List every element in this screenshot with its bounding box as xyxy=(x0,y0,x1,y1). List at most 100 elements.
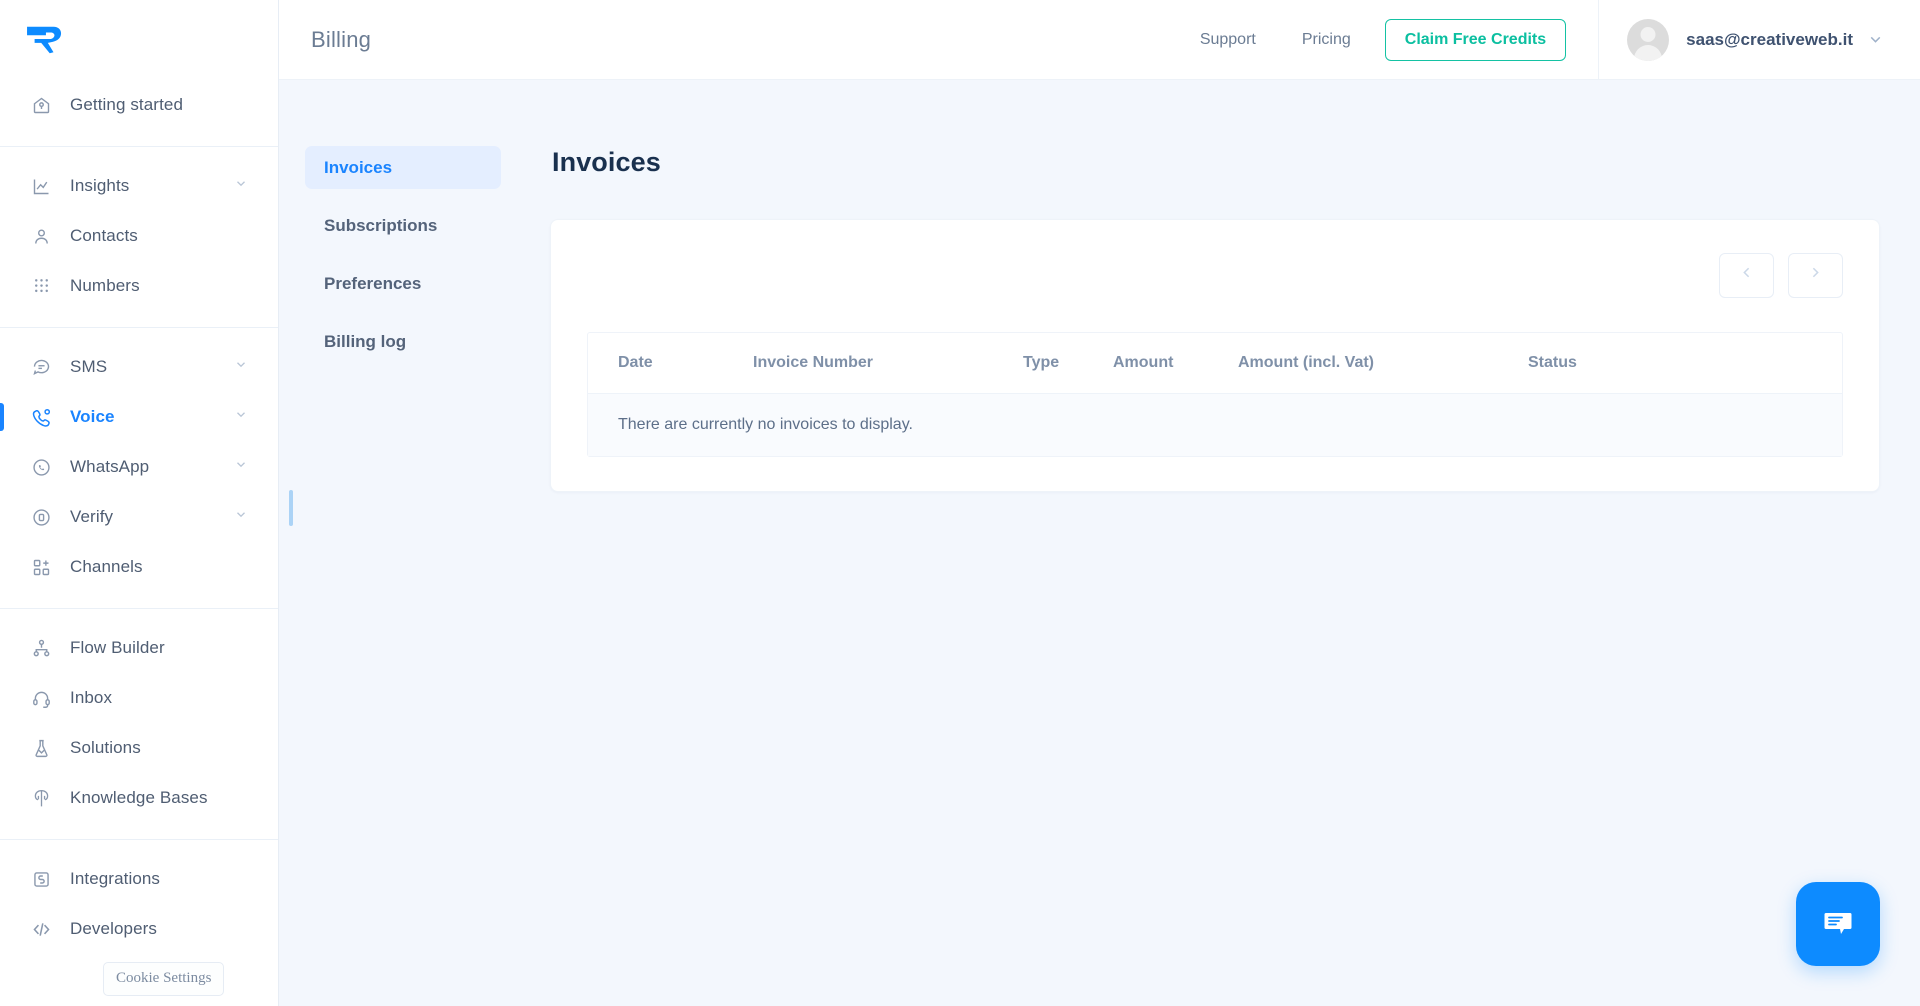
sidebar-item-flow-builder[interactable]: Flow Builder xyxy=(0,623,278,673)
chat-bubble-icon xyxy=(1824,913,1852,934)
table-header-row: Date Invoice Number Type Amount Amount (… xyxy=(588,333,1842,394)
sidebar-item-verify[interactable]: Verify xyxy=(0,492,278,542)
chart-line-icon xyxy=(30,175,52,197)
integrations-icon xyxy=(30,868,52,890)
invoices-panel: Invoices Date Invoice Number Type Amount… xyxy=(501,146,1920,492)
user-email-label: saas@creativeweb.it xyxy=(1686,29,1853,49)
verify-shield-icon xyxy=(30,506,52,528)
subnav-item-preferences[interactable]: Preferences xyxy=(305,262,501,305)
subnav-item-subscriptions[interactable]: Subscriptions xyxy=(305,204,501,247)
code-brackets-icon xyxy=(30,918,52,940)
sidebar-item-whatsapp[interactable]: WhatsApp xyxy=(0,442,278,492)
sidebar-item-contacts[interactable]: Contacts xyxy=(0,211,278,261)
chevron-down-icon[interactable] xyxy=(234,177,248,196)
avatar-head xyxy=(1640,26,1656,42)
chevron-down-icon[interactable] xyxy=(234,458,248,477)
invoices-table: Date Invoice Number Type Amount Amount (… xyxy=(587,332,1843,457)
column-header-date: Date xyxy=(618,354,653,371)
flask-icon xyxy=(30,737,52,759)
panel-title: Invoices xyxy=(552,147,661,177)
knowledge-tree-icon xyxy=(30,787,52,809)
sidebar-group-channels: SMS Voice WhatsApp Verify Channels xyxy=(0,327,278,608)
sidebar-item-label: WhatsApp xyxy=(70,457,150,476)
whatsapp-icon xyxy=(30,456,52,478)
column-header-amount: Amount xyxy=(1113,354,1174,371)
sidebar-item-label: Developers xyxy=(70,919,157,938)
sidebar-item-label: Getting started xyxy=(70,95,184,114)
chevron-down-icon[interactable] xyxy=(234,508,248,527)
billing-subnav: Invoices Subscriptions Preferences Billi… xyxy=(305,146,501,492)
pagination-next-button[interactable] xyxy=(1788,252,1843,298)
sidebar-group-getting-started: Getting started xyxy=(0,80,278,146)
subnav-item-invoices[interactable]: Invoices xyxy=(305,146,501,189)
sidebar-item-label: Voice xyxy=(70,407,115,426)
cookie-settings-button[interactable]: Cookie Settings xyxy=(103,962,225,996)
phone-icon xyxy=(30,406,52,428)
sidebar-item-label: Flow Builder xyxy=(70,638,165,657)
sidebar-item-label: Solutions xyxy=(70,738,141,757)
pagination-prev-button[interactable] xyxy=(1719,252,1774,298)
sidebar-item-label: Channels xyxy=(70,557,143,576)
sidebar-item-label: SMS xyxy=(70,357,108,376)
sidebar-item-numbers[interactable]: Numbers xyxy=(0,261,278,311)
column-header-type: Type xyxy=(1023,354,1060,371)
content-scrollbar[interactable] xyxy=(289,490,293,526)
primary-sidebar: Getting started Insights Contacts Number… xyxy=(0,0,279,1006)
sidebar-item-developers[interactable]: Developers xyxy=(0,904,278,954)
speech-bubble-icon xyxy=(30,356,52,378)
claim-free-credits-button[interactable]: Claim Free Credits xyxy=(1384,18,1567,61)
user-menu[interactable]: saas@creativeweb.it xyxy=(1627,18,1920,61)
avatar xyxy=(1627,18,1670,61)
sidebar-item-voice[interactable]: Voice xyxy=(0,392,278,442)
sidebar-item-knowledge-bases[interactable]: Knowledge Bases xyxy=(0,773,278,823)
avatar-body xyxy=(1634,44,1663,61)
sidebar-item-label: Inbox xyxy=(70,688,113,707)
sidebar-item-label: Insights xyxy=(70,176,130,195)
sidebar-group-dev: Integrations Developers xyxy=(0,839,278,970)
brand-logo[interactable] xyxy=(0,0,278,80)
subnav-item-billing-log[interactable]: Billing log xyxy=(305,320,501,363)
sidebar-item-solutions[interactable]: Solutions xyxy=(0,723,278,773)
sidebar-group-tools: Flow Builder Inbox Solutions Knowledge B… xyxy=(0,608,278,839)
active-indicator xyxy=(0,403,4,431)
sidebar-item-insights[interactable]: Insights xyxy=(0,161,278,211)
flow-nodes-icon xyxy=(30,637,52,659)
pricing-link[interactable]: Pricing xyxy=(1302,31,1351,49)
main-area: Billing Support Pricing Claim Free Credi… xyxy=(279,0,1920,1006)
channels-grid-icon xyxy=(30,556,52,578)
page-title: Billing xyxy=(311,26,372,52)
app-root: Getting started Insights Contacts Number… xyxy=(0,0,1920,1006)
sidebar-item-channels[interactable]: Channels xyxy=(0,542,278,592)
chevron-left-icon xyxy=(1738,264,1755,286)
sidebar-item-label: Integrations xyxy=(70,869,161,888)
billing-content: Invoices Subscriptions Preferences Billi… xyxy=(279,80,1920,492)
chat-widget-button[interactable] xyxy=(1796,882,1880,966)
person-icon xyxy=(30,225,52,247)
chevron-right-icon xyxy=(1807,264,1824,286)
column-header-invoice-number: Invoice Number xyxy=(753,354,874,371)
chevron-down-icon[interactable] xyxy=(1867,31,1884,48)
invoices-card: Date Invoice Number Type Amount Amount (… xyxy=(550,219,1880,492)
chevron-down-icon[interactable] xyxy=(234,358,248,377)
sidebar-item-integrations[interactable]: Integrations xyxy=(0,854,278,904)
column-header-status: Status xyxy=(1528,354,1577,371)
dialpad-icon xyxy=(30,275,52,297)
sidebar-item-sms[interactable]: SMS xyxy=(0,342,278,392)
messagebird-logo-icon xyxy=(27,26,62,54)
sidebar-item-inbox[interactable]: Inbox xyxy=(0,673,278,723)
column-header-amount-incl-vat: Amount (incl. Vat) xyxy=(1238,354,1374,371)
sidebar-item-label: Contacts xyxy=(70,226,138,245)
headset-icon xyxy=(30,687,52,709)
table-empty-state: There are currently no invoices to displ… xyxy=(588,394,1842,456)
chevron-down-icon[interactable] xyxy=(234,408,248,427)
sidebar-item-label: Knowledge Bases xyxy=(70,788,208,807)
sidebar-group-data: Insights Contacts Numbers xyxy=(0,146,278,327)
pagination-toolbar xyxy=(587,246,1843,304)
top-bar: Billing Support Pricing Claim Free Credi… xyxy=(279,0,1920,80)
home-rocket-icon xyxy=(30,94,52,116)
sidebar-item-label: Verify xyxy=(70,507,114,526)
sidebar-item-label: Numbers xyxy=(70,276,140,295)
support-link[interactable]: Support xyxy=(1200,31,1256,49)
sidebar-item-getting-started[interactable]: Getting started xyxy=(0,80,278,130)
topbar-divider xyxy=(1598,0,1600,80)
